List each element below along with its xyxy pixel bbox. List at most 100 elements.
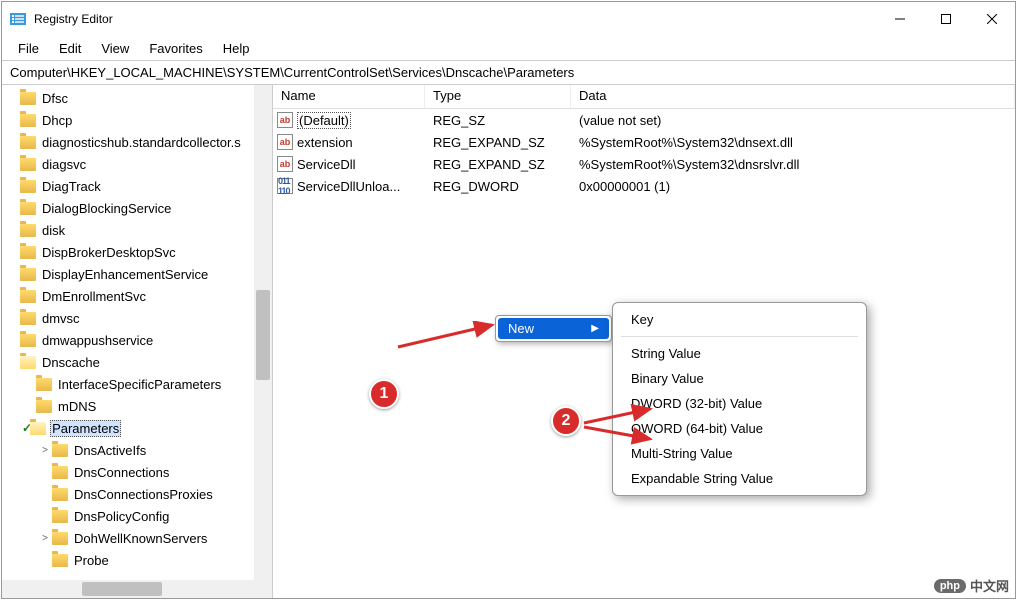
tree-item[interactable]: DialogBlockingService bbox=[2, 197, 272, 219]
tree-item[interactable]: Dhcp bbox=[2, 109, 272, 131]
folder-icon bbox=[20, 158, 36, 171]
expander-icon[interactable]: > bbox=[38, 445, 52, 456]
minimize-button[interactable] bbox=[877, 2, 923, 36]
close-button[interactable] bbox=[969, 2, 1015, 36]
folder-icon bbox=[20, 202, 36, 215]
tree-item-label: DohWellKnownServers bbox=[72, 531, 209, 546]
scrollbar-thumb[interactable] bbox=[256, 290, 270, 380]
folder-icon bbox=[52, 510, 68, 523]
tree-item[interactable]: Dnscache bbox=[2, 351, 272, 373]
tree-item-label: DisplayEnhancementService bbox=[40, 267, 210, 282]
watermark-php: php bbox=[934, 579, 966, 593]
menubar: File Edit View Favorites Help bbox=[2, 36, 1015, 60]
tree-item-label: Parameters bbox=[50, 420, 121, 437]
submenu-item-binary[interactable]: Binary Value bbox=[613, 366, 866, 391]
folder-icon bbox=[20, 180, 36, 193]
menu-view[interactable]: View bbox=[91, 39, 139, 58]
tree-item-label: DispBrokerDesktopSvc bbox=[40, 245, 178, 260]
list-row[interactable]: 011 110ServiceDllUnloa...REG_DWORD0x0000… bbox=[273, 175, 1015, 197]
tree-item-label: DialogBlockingService bbox=[40, 201, 173, 216]
folder-icon bbox=[52, 532, 68, 545]
tree-item[interactable]: diagnosticshub.standardcollector.s bbox=[2, 131, 272, 153]
menu-favorites[interactable]: Favorites bbox=[139, 39, 212, 58]
tree-item[interactable]: DispBrokerDesktopSvc bbox=[2, 241, 272, 263]
tree-item[interactable]: > DohWellKnownServers bbox=[2, 527, 272, 549]
submenu-item-expand[interactable]: Expandable String Value bbox=[613, 466, 866, 491]
list-row[interactable]: abServiceDllREG_EXPAND_SZ%SystemRoot%\Sy… bbox=[273, 153, 1015, 175]
tree-item[interactable]: diagsvc bbox=[2, 153, 272, 175]
submenu-item-string[interactable]: String Value bbox=[613, 341, 866, 366]
tree-vscrollbar[interactable] bbox=[254, 85, 272, 580]
folder-icon bbox=[52, 488, 68, 501]
context-menu-item-new[interactable]: New ▶ bbox=[498, 318, 609, 339]
tree-item-label: Probe bbox=[72, 553, 111, 568]
folder-icon bbox=[20, 268, 36, 281]
value-type: REG_SZ bbox=[425, 113, 571, 128]
menu-file[interactable]: File bbox=[8, 39, 49, 58]
watermark: php 中文网 bbox=[934, 576, 1009, 595]
tree-item[interactable]: Probe bbox=[2, 549, 272, 571]
folder-icon bbox=[20, 246, 36, 259]
tree-item[interactable]: InterfaceSpecificParameters bbox=[2, 373, 272, 395]
menu-help[interactable]: Help bbox=[213, 39, 260, 58]
annotation-badge-1: 1 bbox=[369, 379, 399, 409]
tree-item[interactable]: DnsPolicyConfig bbox=[2, 505, 272, 527]
context-menu: New ▶ bbox=[495, 315, 612, 342]
tree-item[interactable]: > DnsActiveIfs bbox=[2, 439, 272, 461]
tree[interactable]: Dfsc Dhcp diagnosticshub.standardcollector… bbox=[2, 85, 272, 580]
list-header: Name Type Data bbox=[273, 85, 1015, 109]
folder-icon bbox=[20, 224, 36, 237]
tree-item-label: dmwappushservice bbox=[40, 333, 155, 348]
submenu-item-qword[interactable]: QWORD (64-bit) Value bbox=[613, 416, 866, 441]
list-row[interactable]: abextensionREG_EXPAND_SZ%SystemRoot%\Sys… bbox=[273, 131, 1015, 153]
expander-icon[interactable]: > bbox=[38, 533, 52, 544]
submenu-item-key[interactable]: Key bbox=[613, 307, 866, 332]
folder-icon bbox=[36, 400, 52, 413]
tree-item[interactable]: DnsConnectionsProxies bbox=[2, 483, 272, 505]
tree-item[interactable]: ✓Parameters bbox=[2, 417, 272, 439]
tree-item-label: Dfsc bbox=[40, 91, 70, 106]
address-bar[interactable]: Computer\HKEY_LOCAL_MACHINE\SYSTEM\Curre… bbox=[2, 60, 1015, 85]
tree-item-label: Dhcp bbox=[40, 113, 74, 128]
value-data: (value not set) bbox=[571, 113, 1015, 128]
context-new-label: New bbox=[508, 321, 534, 336]
window-title: Registry Editor bbox=[34, 12, 877, 26]
submenu-item-multi[interactable]: Multi-String Value bbox=[613, 441, 866, 466]
tree-item[interactable]: dmvsc bbox=[2, 307, 272, 329]
tree-item-label: diagnosticshub.standardcollector.s bbox=[40, 135, 243, 150]
tree-pane: Dfsc Dhcp diagnosticshub.standardcollector… bbox=[2, 85, 273, 598]
list-rows[interactable]: ab(Default)REG_SZ(value not set)abextens… bbox=[273, 109, 1015, 197]
value-type: REG_DWORD bbox=[425, 179, 571, 194]
list-row[interactable]: ab(Default)REG_SZ(value not set) bbox=[273, 109, 1015, 131]
tree-item[interactable]: DnsConnections bbox=[2, 461, 272, 483]
tree-item-label: Dnscache bbox=[40, 355, 102, 370]
folder-icon bbox=[20, 114, 36, 127]
scrollbar-thumb[interactable] bbox=[82, 582, 162, 596]
tree-item[interactable]: DisplayEnhancementService bbox=[2, 263, 272, 285]
window-controls bbox=[877, 2, 1015, 36]
folder-icon bbox=[52, 466, 68, 479]
titlebar: Registry Editor bbox=[2, 2, 1015, 36]
tree-item[interactable]: DiagTrack bbox=[2, 175, 272, 197]
value-name: extension bbox=[297, 135, 353, 150]
value-data: 0x00000001 (1) bbox=[571, 179, 1015, 194]
string-value-icon: ab bbox=[277, 156, 293, 172]
submenu-new: Key String Value Binary Value DWORD (32-… bbox=[612, 302, 867, 496]
binary-value-icon: 011 110 bbox=[277, 178, 293, 194]
tree-item[interactable]: dmwappushservice bbox=[2, 329, 272, 351]
folder-icon bbox=[20, 92, 36, 105]
header-name[interactable]: Name bbox=[273, 85, 425, 108]
tree-item-label: dmvsc bbox=[40, 311, 82, 326]
tree-item[interactable]: DmEnrollmentSvc bbox=[2, 285, 272, 307]
tree-item-label: DnsActiveIfs bbox=[72, 443, 148, 458]
value-data: %SystemRoot%\System32\dnsext.dll bbox=[571, 135, 1015, 150]
tree-hscrollbar[interactable] bbox=[2, 580, 272, 598]
menu-edit[interactable]: Edit bbox=[49, 39, 91, 58]
tree-item[interactable]: mDNS bbox=[2, 395, 272, 417]
tree-item[interactable]: disk bbox=[2, 219, 272, 241]
tree-item[interactable]: Dfsc bbox=[2, 87, 272, 109]
header-type[interactable]: Type bbox=[425, 85, 571, 108]
submenu-item-dword[interactable]: DWORD (32-bit) Value bbox=[613, 391, 866, 416]
header-data[interactable]: Data bbox=[571, 85, 1015, 108]
maximize-button[interactable] bbox=[923, 2, 969, 36]
